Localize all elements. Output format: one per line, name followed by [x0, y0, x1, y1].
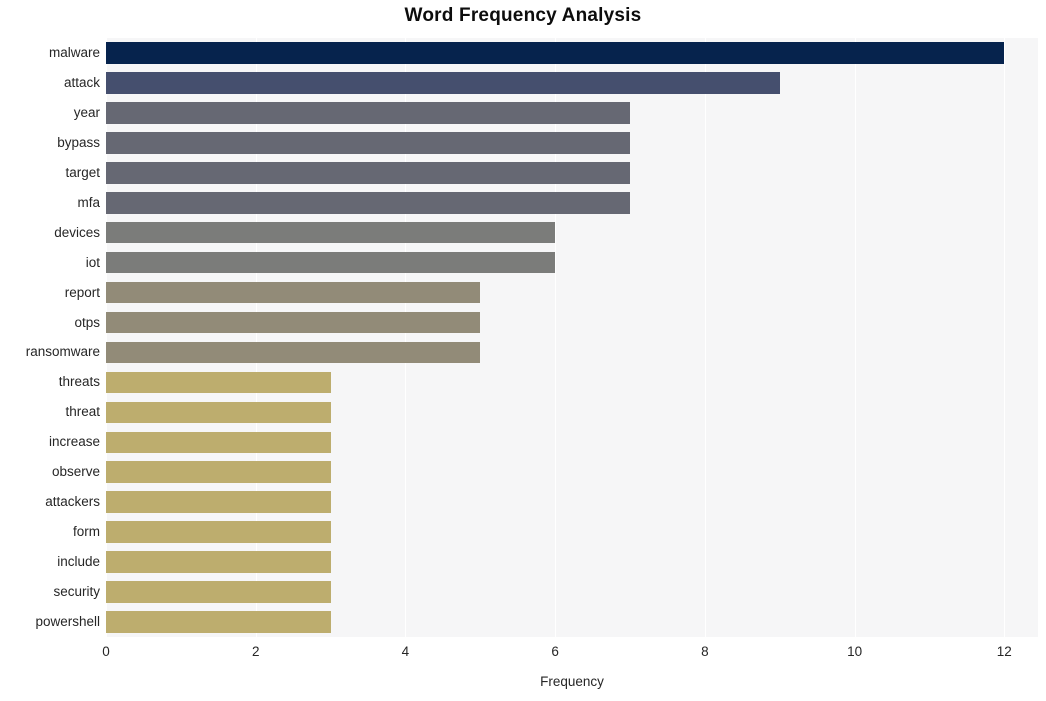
chart-title: Word Frequency Analysis	[404, 5, 642, 26]
y-tick-label-malware: malware	[48, 44, 100, 60]
bar-row[interactable]	[106, 221, 1038, 244]
bar-otps[interactable]	[106, 311, 481, 334]
bar-row[interactable]	[106, 161, 1038, 184]
x-tick-label-6: 6	[551, 644, 559, 659]
bar-ransomware[interactable]	[106, 341, 481, 364]
y-tick-label-ransomware: ransomware	[25, 344, 100, 360]
y-tick-label-observe: observe	[51, 464, 100, 480]
y-tick-label-devices: devices	[54, 224, 100, 240]
bar-row[interactable]	[106, 42, 1038, 64]
bar-row[interactable]	[106, 461, 1038, 484]
bar-increase[interactable]	[106, 431, 331, 454]
y-tick-label-bypass: bypass	[57, 134, 100, 150]
bar-target[interactable]	[106, 161, 631, 184]
y-tick-label-powershell: powershell	[35, 614, 100, 630]
x-tick-label-8: 8	[701, 644, 709, 659]
plot-area	[106, 38, 1038, 637]
x-axis-tick-labels: 0 2 4 6 8 10 12	[102, 644, 1038, 667]
bar-attackers[interactable]	[106, 491, 331, 513]
bar-iot[interactable]	[106, 251, 556, 274]
bar-row[interactable]	[106, 581, 1038, 603]
bar-observe[interactable]	[106, 461, 331, 484]
y-tick-label-otps: otps	[74, 314, 100, 330]
bar-row[interactable]	[106, 491, 1038, 513]
bar-form[interactable]	[106, 521, 331, 543]
bar-row[interactable]	[106, 102, 1038, 124]
x-tick-label-0: 0	[102, 644, 110, 659]
x-tick-label-12: 12	[996, 644, 1012, 659]
y-tick-label-increase: increase	[48, 434, 100, 450]
bar-report[interactable]	[106, 281, 481, 304]
bar-bypass[interactable]	[106, 132, 631, 154]
y-tick-label-include: include	[57, 554, 100, 570]
bar-row[interactable]	[106, 132, 1038, 154]
y-tick-label-security: security	[53, 584, 100, 600]
y-tick-label-attackers: attackers	[45, 494, 100, 510]
bars-container	[106, 38, 1038, 637]
bar-row[interactable]	[106, 311, 1038, 334]
bar-row[interactable]	[106, 251, 1038, 274]
bar-powershell[interactable]	[106, 611, 331, 633]
x-tick-label-4: 4	[401, 644, 410, 659]
bar-row[interactable]	[106, 551, 1038, 573]
x-tick-label-10: 10	[847, 644, 863, 659]
y-tick-label-form: form	[73, 524, 100, 540]
bar-include[interactable]	[106, 551, 331, 573]
bar-mfa[interactable]	[106, 191, 631, 214]
y-tick-label-threat: threat	[65, 404, 100, 420]
bar-row[interactable]	[106, 401, 1038, 424]
bar-row[interactable]	[106, 72, 1038, 94]
bar-devices[interactable]	[106, 221, 556, 244]
y-tick-label-attack: attack	[63, 74, 100, 90]
bar-year[interactable]	[106, 102, 631, 124]
bar-row[interactable]	[106, 521, 1038, 543]
bar-attack[interactable]	[106, 72, 780, 94]
bar-threat[interactable]	[106, 401, 331, 424]
bar-row[interactable]	[106, 281, 1038, 304]
x-tick-label-2: 2	[251, 644, 260, 659]
y-tick-label-mfa: mfa	[77, 194, 100, 210]
y-tick-label-report: report	[64, 284, 100, 300]
bar-row[interactable]	[106, 611, 1038, 633]
bar-security[interactable]	[106, 581, 331, 603]
word-frequency-chart-figure: Word Frequency Analysis malware attack yea…	[0, 0, 1046, 701]
y-axis-tick-labels: malware attack year bypass target mfa devices i…	[0, 38, 100, 637]
bar-row[interactable]	[106, 341, 1038, 364]
bar-row[interactable]	[106, 431, 1038, 454]
bar-row[interactable]	[106, 191, 1038, 214]
bar-row[interactable]	[106, 371, 1038, 394]
y-tick-label-year: year	[73, 104, 100, 120]
bar-threats[interactable]	[106, 371, 331, 394]
y-tick-label-target: target	[65, 164, 100, 180]
y-tick-label-iot: iot	[85, 254, 100, 270]
bar-malware[interactable]	[106, 42, 1005, 64]
x-axis-title: Frequency	[540, 674, 604, 689]
y-tick-label-threats: threats	[58, 374, 100, 390]
